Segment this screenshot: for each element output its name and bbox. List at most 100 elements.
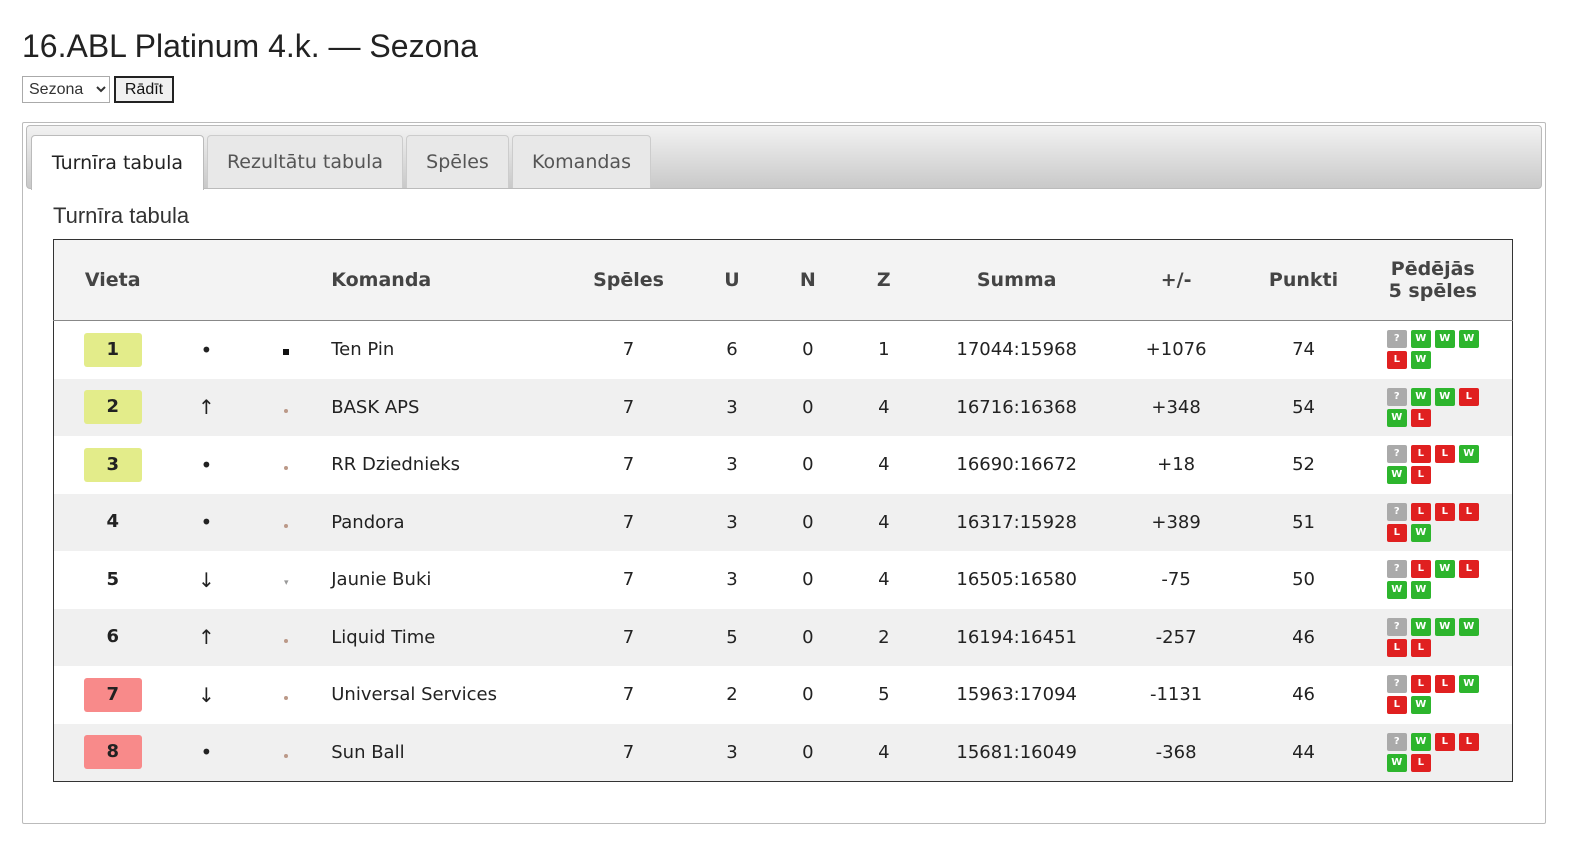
team-name-link[interactable]: Universal Services [331,684,497,705]
form-result-chip[interactable]: L [1386,638,1407,657]
form-result-chip[interactable]: L [1434,445,1455,464]
form-result-chip[interactable]: W [1410,732,1431,751]
form-cell: ? L L W L W [1353,666,1513,724]
losses-cell: 2 [832,608,935,666]
team-name-link[interactable]: Jaunie Buki [331,569,431,590]
rank-marker-icon [284,696,289,701]
form-result-chip[interactable]: W [1410,387,1431,406]
losses-cell: 4 [832,551,935,609]
form-result-chip[interactable]: W [1386,581,1407,600]
diff-cell: -368 [1098,723,1254,782]
form-result-chip[interactable]: ? [1386,617,1407,636]
place-cell: 6 [53,608,172,666]
form-result-chip[interactable]: W [1458,445,1479,464]
diff-cell: -75 [1098,551,1254,609]
wins-cell: 6 [681,320,783,379]
points-cell: 51 [1253,493,1354,551]
form-result-chip[interactable]: W [1386,753,1407,772]
form-result-chip[interactable]: L [1410,675,1431,694]
form-result-chip[interactable]: ? [1386,502,1407,521]
col-header-losses[interactable]: Z [832,239,935,321]
place-badge: 5 [106,568,119,590]
form-result-chip[interactable]: W [1458,675,1479,694]
points-cell: 44 [1253,723,1354,782]
col-header-diff[interactable]: +/- [1098,239,1254,321]
form-result-chip[interactable]: L [1458,560,1479,579]
trend-icon: ↓ [198,567,215,592]
form-result-chip[interactable]: W [1458,330,1479,349]
form-result-chip[interactable]: L [1434,732,1455,751]
tab-teams[interactable]: Komandas [512,135,651,188]
col-header-sum[interactable]: Summa [934,239,1099,321]
form-result-chip[interactable]: W [1410,351,1431,370]
col-header-wins[interactable]: U [681,239,783,321]
season-select[interactable]: Sezona [22,76,110,103]
form-result-chip[interactable]: ? [1386,330,1407,349]
form-result-chip[interactable]: W [1434,387,1455,406]
form-result-chip[interactable]: W [1386,408,1407,427]
form-result-chip[interactable]: L [1458,502,1479,521]
form-result-chip[interactable]: L [1386,523,1407,542]
team-name-link[interactable]: Liquid Time [331,627,435,648]
losses-cell: 4 [832,378,935,436]
rank-marker-icon [284,408,289,413]
form-result-chip[interactable]: W [1410,523,1431,542]
form-result-chip[interactable]: L [1410,502,1431,521]
place-cell: 3 [53,436,172,494]
form-result-chip[interactable]: L [1458,387,1479,406]
team-name-link[interactable]: Sun Ball [331,742,404,763]
form-result-chip[interactable]: W [1434,330,1455,349]
form-result-chip[interactable]: W [1386,466,1407,485]
form-result-chip[interactable]: L [1434,675,1455,694]
form-result-chip[interactable]: L [1410,466,1431,485]
losses-cell: 4 [832,723,935,782]
form-result-chip[interactable]: W [1410,696,1431,715]
col-header-team[interactable]: Komanda [331,239,577,321]
form-result-chip[interactable]: W [1410,330,1431,349]
form-result-chip[interactable]: ? [1386,387,1407,406]
form-result-chip[interactable]: W [1410,581,1431,600]
show-button[interactable]: Rādīt [114,76,174,103]
form-result-chip[interactable]: L [1410,560,1431,579]
team-name-link[interactable]: Ten Pin [331,339,394,360]
place-cell: 2 [53,378,172,436]
team-name-link[interactable]: Pandora [331,512,404,533]
form-result-chip[interactable]: L [1410,638,1431,657]
tab-results-table[interactable]: Rezultātu tabula [207,135,403,188]
trend-cell: • [171,436,242,494]
last5-form: ? L L L L W [1386,502,1479,542]
form-result-chip[interactable]: L [1386,696,1407,715]
form-result-chip[interactable]: W [1410,617,1431,636]
form-result-chip[interactable]: ? [1386,560,1407,579]
form-result-chip[interactable]: W [1434,617,1455,636]
form-result-chip[interactable]: W [1458,617,1479,636]
games-cell: 7 [576,608,681,666]
table-row: 8 • Sun Ball 7 3 0 4 15681:16049 -368 44? W L L W L [53,723,1513,782]
form-result-chip[interactable]: L [1386,351,1407,370]
form-result-chip[interactable]: W [1434,560,1455,579]
last5-form: ? W W L W L [1386,387,1479,427]
form-result-chip[interactable]: L [1410,408,1431,427]
points-cell: 54 [1253,378,1354,436]
tab-standings[interactable]: Turnīra tabula [31,135,204,190]
form-result-chip[interactable]: L [1410,445,1431,464]
form-result-chip[interactable]: L [1458,732,1479,751]
team-name-link[interactable]: RR Dziednieks [331,454,460,475]
form-result-chip[interactable]: L [1410,753,1431,772]
draws-cell: 0 [782,493,833,551]
form-result-chip[interactable]: ? [1386,675,1407,694]
wins-cell: 3 [681,551,783,609]
team-name-link[interactable]: BASK APS [331,397,419,418]
team-cell: Ten Pin [331,320,577,379]
tab-games[interactable]: Spēles [406,135,509,188]
form-result-chip[interactable]: ? [1386,445,1407,464]
form-cell: ? L L L L W [1353,493,1513,551]
place-badge: 8 [83,735,142,770]
col-header-points[interactable]: Punkti [1253,239,1354,321]
form-result-chip[interactable]: L [1434,502,1455,521]
form-result-chip[interactable]: ? [1386,732,1407,751]
col-header-place[interactable]: Vieta [53,239,172,321]
col-header-draws[interactable]: N [782,239,833,321]
form-cell: ? L W L W W [1353,551,1513,609]
col-header-games[interactable]: Spēles [576,239,681,321]
